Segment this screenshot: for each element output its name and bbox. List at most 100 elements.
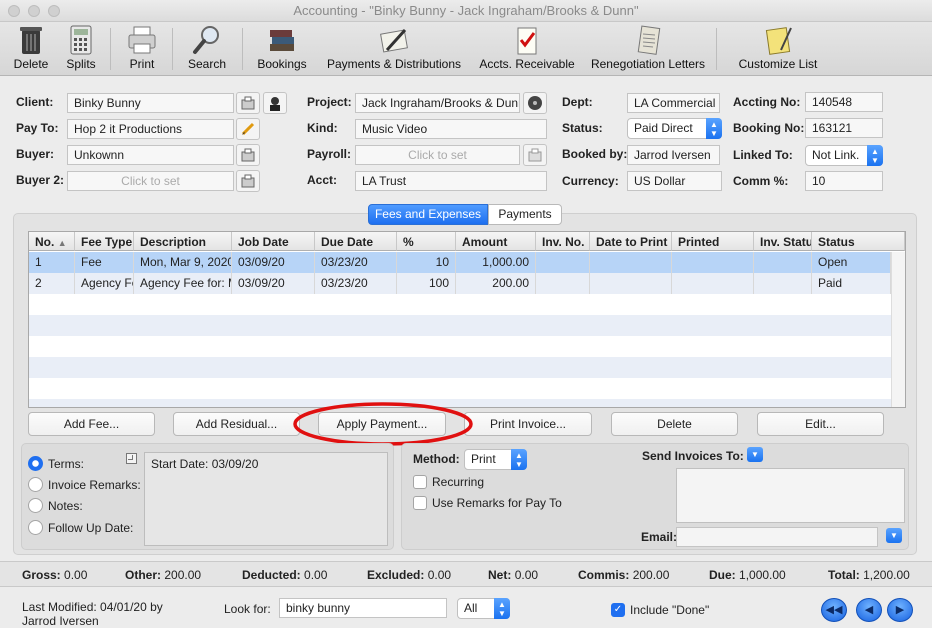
column-header-amount[interactable]: Amount xyxy=(456,232,536,251)
previous-record-button[interactable]: ◀ xyxy=(856,598,882,622)
receivable-toolbar-button[interactable]: Accts. Receivable xyxy=(478,22,576,76)
payto-edit-button[interactable] xyxy=(236,118,260,140)
notepad-icon xyxy=(765,27,792,55)
include-done-checkbox[interactable]: ✓ xyxy=(611,603,625,617)
send-invoices-list[interactable] xyxy=(676,468,905,523)
payto-field[interactable]: Hop 2 it Productions xyxy=(67,119,234,139)
minimize-window-button[interactable] xyxy=(28,5,40,17)
status-select[interactable]: Paid Direct ▲ ▼ xyxy=(627,118,722,139)
chevron-updown-icon: ▲ ▼ xyxy=(511,449,527,470)
toolbar-label: Splits xyxy=(66,57,96,71)
buyer-lookup-button[interactable] xyxy=(236,144,260,166)
client-lookup-button[interactable] xyxy=(236,92,260,114)
first-record-button[interactable]: ◀◀ xyxy=(821,598,847,622)
project-field[interactable]: Jack Ingraham/Brooks & Dunn xyxy=(355,93,520,113)
column-header-printed[interactable]: Printed xyxy=(672,232,754,251)
buyer-field[interactable]: Unkownn xyxy=(67,145,234,165)
recurring-checkbox[interactable] xyxy=(413,475,427,489)
email-dropdown[interactable]: ▼ xyxy=(886,528,902,543)
bookedby-field[interactable]: Jarrod Iversen xyxy=(627,145,720,165)
acct-field[interactable]: LA Trust xyxy=(355,171,547,191)
customize-list-toolbar-button[interactable]: Customize List xyxy=(736,22,820,76)
expand-icon[interactable] xyxy=(126,453,137,464)
look-for-label: Look for: xyxy=(224,602,271,616)
add-fee-button[interactable]: Add Fee... xyxy=(28,412,155,436)
acctno-field: 140548 xyxy=(805,92,883,112)
method-select[interactable]: Print ▲ ▼ xyxy=(464,449,527,470)
column-header-status[interactable]: Status xyxy=(812,232,905,251)
client-field[interactable]: Binky Bunny xyxy=(67,93,234,113)
table-scrollbar[interactable] xyxy=(891,252,905,407)
last-modified-line2: Jarrod Iversen xyxy=(22,614,99,628)
due-total: Due: 1,000.00 xyxy=(709,568,786,582)
lookup-icon xyxy=(241,96,255,110)
add-residual-button[interactable]: Add Residual... xyxy=(173,412,300,436)
buyer2-lookup-button[interactable] xyxy=(236,170,260,192)
terms-radio[interactable] xyxy=(28,456,43,471)
payroll-field[interactable]: Click to set xyxy=(355,145,520,165)
linked-select[interactable]: Not Link. ▲ ▼ xyxy=(805,145,883,166)
column-header-inv-status[interactable]: Inv. Status xyxy=(754,232,812,251)
tab-payments[interactable]: Payments xyxy=(488,204,562,225)
notes-radio[interactable] xyxy=(28,498,43,513)
project-reel-button[interactable] xyxy=(523,92,547,114)
close-window-button[interactable] xyxy=(8,5,20,17)
search-toolbar-button[interactable]: Search xyxy=(184,22,230,76)
buyer2-field[interactable]: Click to set xyxy=(67,171,234,191)
toolbar: Delete Splits Print Search Bookings Paym… xyxy=(0,22,932,76)
checklist-icon xyxy=(517,27,537,55)
splits-toolbar-button[interactable]: Splits xyxy=(60,22,102,76)
kind-field[interactable]: Music Video xyxy=(355,119,547,139)
next-record-button[interactable]: ▶ xyxy=(887,598,913,622)
method-value: Print xyxy=(471,452,496,466)
delete-toolbar-button[interactable]: Delete xyxy=(8,22,54,76)
toolbar-label: Search xyxy=(187,57,227,71)
excluded-total: Excluded: 0.00 xyxy=(367,568,452,582)
edit-button[interactable]: Edit... xyxy=(757,412,884,436)
currency-field[interactable]: US Dollar xyxy=(627,171,722,191)
print-toolbar-button[interactable]: Print xyxy=(120,22,164,76)
table-row[interactable]: 1 Fee Mon, Mar 9, 2020 03/09/20 03/23/20… xyxy=(29,252,891,273)
column-header-description[interactable]: Description xyxy=(134,232,232,251)
linked-value: Not Link. xyxy=(812,148,860,162)
printer-icon xyxy=(128,26,156,54)
filter-select[interactable]: All ▲ ▼ xyxy=(457,598,510,619)
print-invoice-button[interactable]: Print Invoice... xyxy=(464,412,592,436)
terms-label: Terms: xyxy=(48,457,84,471)
buyer2-label: Buyer 2: xyxy=(16,173,65,187)
delete-button[interactable]: Delete xyxy=(611,412,738,436)
invoice-remarks-radio[interactable] xyxy=(28,477,43,492)
email-field[interactable] xyxy=(676,527,878,547)
column-header-due-date[interactable]: Due Date xyxy=(315,232,397,251)
use-remarks-checkbox[interactable] xyxy=(413,496,427,510)
dept-field[interactable]: LA Commercial xyxy=(627,93,720,113)
payment-pen-icon xyxy=(380,28,408,53)
column-header-inv-no[interactable]: Inv. No. xyxy=(536,232,590,251)
follow-up-radio[interactable] xyxy=(28,520,43,535)
zoom-window-button[interactable] xyxy=(48,5,60,17)
look-for-input[interactable]: binky bunny xyxy=(279,598,447,618)
lookup-icon xyxy=(241,174,255,188)
lookup-icon xyxy=(241,148,255,162)
comm-field[interactable]: 10 xyxy=(805,171,883,191)
remarks-textarea[interactable]: Start Date: 03/09/20 xyxy=(144,452,388,546)
client-photo-button[interactable] xyxy=(263,92,287,114)
window-titlebar: Accounting - "Binky Bunny - Jack Ingraha… xyxy=(0,0,932,22)
other-total: Other: 200.00 xyxy=(125,568,202,582)
bookings-toolbar-button[interactable]: Bookings xyxy=(252,22,312,76)
send-invoices-dropdown[interactable]: ▼ xyxy=(747,447,763,462)
column-header-fee-type[interactable]: Fee Type xyxy=(75,232,134,251)
column-header-no[interactable]: No. ▲ xyxy=(29,232,75,251)
column-header-date-to-print[interactable]: Date to Print xyxy=(590,232,672,251)
tab-fees-and-expenses[interactable]: Fees and Expenses xyxy=(368,204,488,225)
project-label: Project: xyxy=(307,95,352,109)
column-header-job-date[interactable]: Job Date xyxy=(232,232,315,251)
column-header-percent[interactable]: % xyxy=(397,232,456,251)
payroll-lookup-button[interactable] xyxy=(523,144,547,166)
payments-toolbar-button[interactable]: Payments & Distributions xyxy=(326,22,462,76)
toolbar-separator xyxy=(172,28,173,70)
empty-row xyxy=(29,357,891,378)
renegotiation-toolbar-button[interactable]: Renegotiation Letters xyxy=(590,22,706,76)
table-row[interactable]: 2 Agency Fee Agency Fee for: M 03/09/20 … xyxy=(29,273,891,294)
bookedby-label: Booked by: xyxy=(562,147,628,161)
